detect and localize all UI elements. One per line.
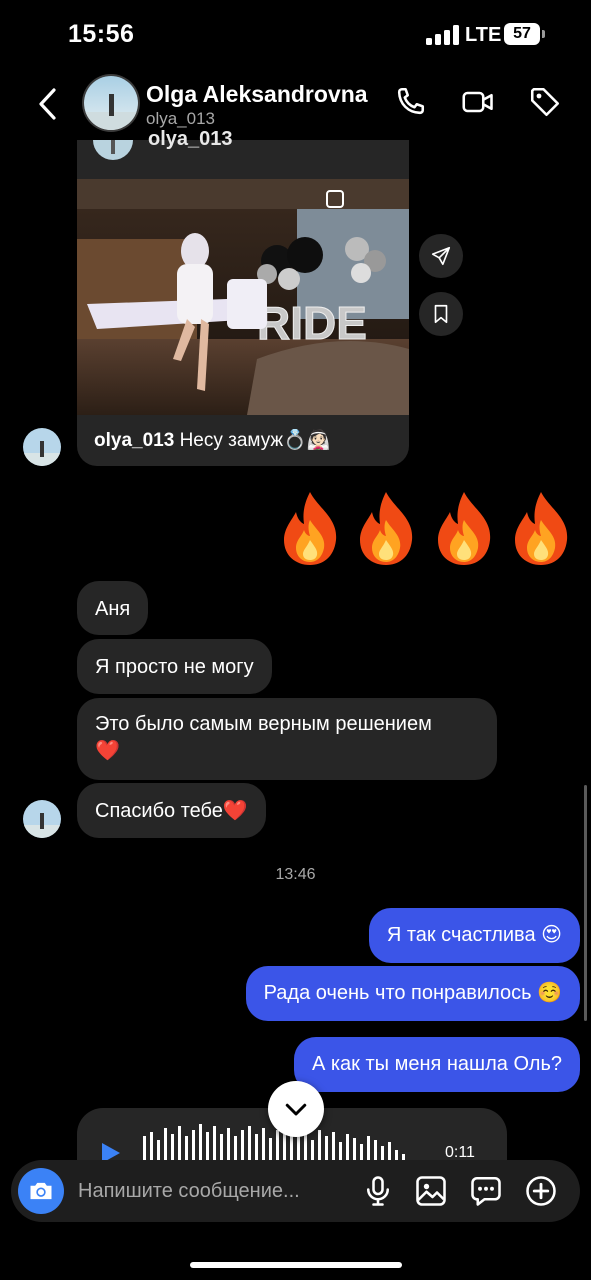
image-icon bbox=[416, 1176, 446, 1206]
message-timestamp: 13:46 bbox=[275, 866, 316, 883]
fire-emoji bbox=[432, 490, 496, 566]
post-caption: olya_013 Несу замуж💍👰🏻 bbox=[94, 428, 330, 452]
sender-avatar[interactable] bbox=[23, 800, 61, 838]
home-indicator[interactable] bbox=[190, 1262, 402, 1268]
chat-bubble-icon bbox=[471, 1176, 501, 1206]
tag-icon bbox=[530, 87, 560, 117]
scroll-to-bottom-button[interactable] bbox=[268, 1081, 324, 1137]
video-camera-icon bbox=[462, 91, 493, 113]
sender-avatar[interactable] bbox=[23, 428, 61, 466]
svg-text:RIDE: RIDE bbox=[257, 297, 367, 349]
battery-nub-icon bbox=[542, 30, 545, 38]
camera-icon bbox=[30, 1182, 52, 1200]
microphone-button[interactable] bbox=[360, 1173, 396, 1209]
message-line: ❤️ bbox=[95, 740, 120, 762]
phone-icon bbox=[397, 87, 425, 115]
chevron-left-icon bbox=[39, 88, 56, 120]
plus-circle-icon bbox=[526, 1176, 556, 1206]
contact-avatar[interactable] bbox=[84, 76, 138, 130]
battery-indicator: 57 bbox=[504, 23, 540, 45]
microphone-icon bbox=[366, 1176, 390, 1206]
fire-emoji bbox=[278, 490, 342, 566]
add-button[interactable] bbox=[523, 1173, 559, 1209]
camera-button[interactable] bbox=[18, 1168, 64, 1214]
cellular-signal-icon bbox=[426, 25, 460, 45]
outgoing-message[interactable]: Я так счастлива 😍 bbox=[368, 908, 580, 963]
network-type: LTE bbox=[465, 24, 502, 46]
save-post-button[interactable] bbox=[419, 292, 463, 336]
post-caption-text: Несу замуж💍👰🏻 bbox=[179, 430, 331, 451]
share-post-button[interactable] bbox=[419, 234, 463, 278]
outgoing-message[interactable]: Рада очень что понравилось ☺️ bbox=[245, 966, 580, 1021]
incoming-message[interactable]: Аня bbox=[77, 581, 149, 635]
tag-button[interactable] bbox=[527, 84, 563, 120]
message-line: Это было самым верным решением bbox=[95, 713, 432, 735]
incoming-message[interactable]: Спасибо тебе❤️ bbox=[77, 783, 266, 838]
post-caption-author: olya_013 bbox=[94, 430, 175, 451]
post-image[interactable]: RIDE bbox=[77, 179, 409, 415]
outgoing-message[interactable]: А как ты меня нашла Оль? bbox=[293, 1037, 580, 1092]
incoming-message[interactable]: Это было самым верным решением ❤️ bbox=[77, 698, 497, 780]
contact-name[interactable]: Olga Aleksandrovna bbox=[146, 81, 368, 108]
message-input[interactable]: Напишите сообщение... bbox=[78, 1180, 300, 1203]
video-call-button[interactable] bbox=[460, 84, 496, 120]
gallery-button[interactable] bbox=[413, 1173, 449, 1209]
bookmark-icon bbox=[434, 304, 448, 324]
post-author-avatar bbox=[91, 140, 135, 160]
status-time: 15:56 bbox=[68, 20, 135, 48]
chevron-down-icon bbox=[285, 1103, 307, 1116]
post-top-handle: olya_013 bbox=[148, 128, 233, 150]
incoming-message[interactable]: Я просто не могу bbox=[77, 639, 272, 694]
audio-call-button[interactable] bbox=[392, 84, 428, 120]
back-button[interactable] bbox=[30, 84, 66, 124]
sticker-button[interactable] bbox=[468, 1173, 504, 1209]
contact-handle: olya_013 bbox=[146, 109, 216, 128]
paper-plane-icon bbox=[431, 246, 451, 266]
fire-emoji bbox=[509, 490, 573, 566]
scrollbar[interactable] bbox=[584, 785, 587, 1021]
fire-emoji bbox=[354, 490, 418, 566]
